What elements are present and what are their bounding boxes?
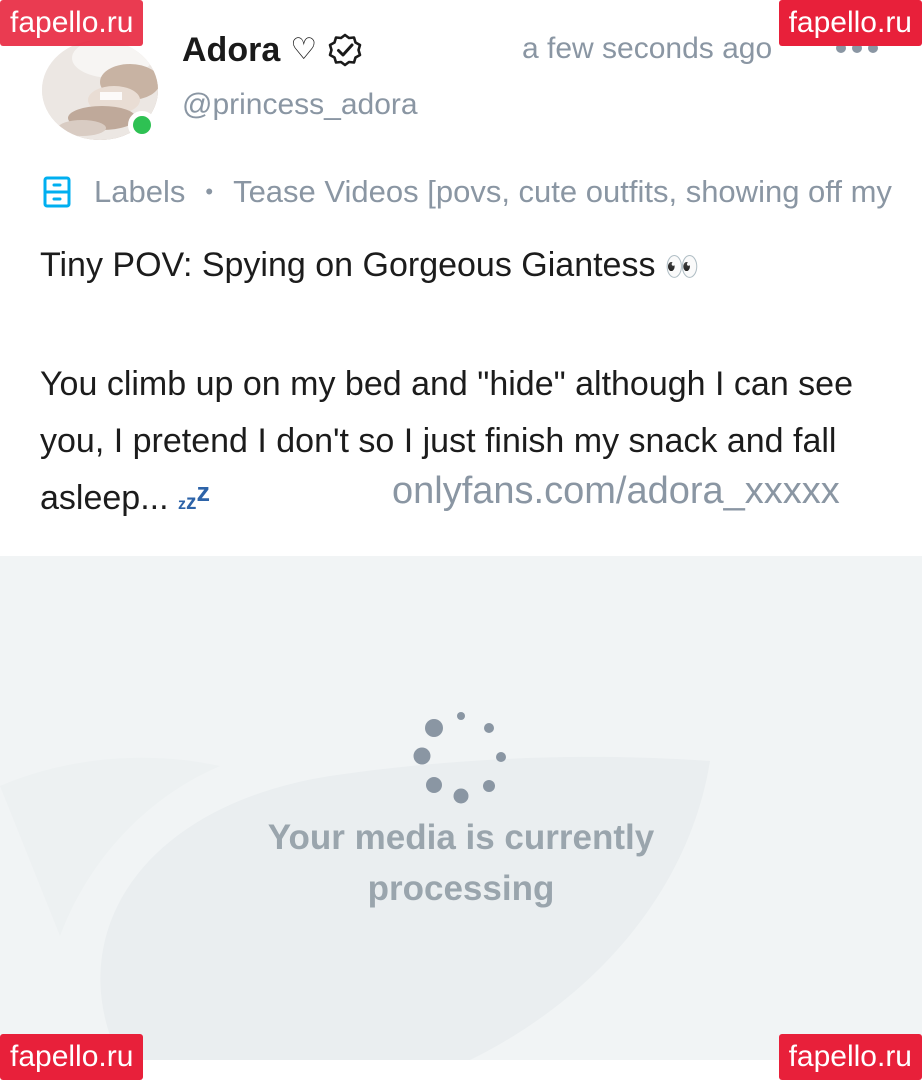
processing-status-line2: processing xyxy=(367,869,555,908)
post-title-text: Tiny POV: Spying on Gorgeous Giantess xyxy=(40,246,656,284)
background-logo-shape xyxy=(0,756,710,1060)
author-name[interactable]: Adora xyxy=(182,31,280,70)
eyes-emoji: 👀 xyxy=(664,250,700,283)
processing-status-line1: Your media is currently xyxy=(267,818,655,857)
label-bookmark-icon xyxy=(43,176,71,208)
author-handle[interactable]: @princess_adora xyxy=(182,88,418,122)
watermark-badge-top-left: fapello.ru xyxy=(0,0,144,46)
watermark-badge-top-right: fapello.ru xyxy=(778,0,922,46)
label-tease-videos[interactable]: Tease Videos [povs, cute outfits, showin… xyxy=(233,174,892,210)
labels-row: Labels • Tease Videos [povs, cute outfit… xyxy=(40,168,922,216)
verified-badge-icon xyxy=(328,33,362,67)
watermark-badge-bottom-left: fapello.ru xyxy=(0,1034,144,1080)
post-timestamp: a few seconds ago xyxy=(522,32,773,65)
media-placeholder[interactable]: Your media is currently processing xyxy=(0,556,922,1060)
post-title: Tiny POV: Spying on Gorgeous Giantess 👀 xyxy=(40,246,700,285)
labels-separator: • xyxy=(205,179,214,204)
labels-title[interactable]: Labels xyxy=(94,174,185,210)
sleeping-zzz-emoji: zzz xyxy=(177,477,210,514)
heart-symbol: ♡ xyxy=(290,32,318,67)
source-url-watermark: onlyfans.com/adora_xxxxx xyxy=(392,470,840,512)
loading-spinner-icon xyxy=(413,712,506,804)
watermark-badge-bottom-right: fapello.ru xyxy=(778,1034,922,1080)
author-name-row: Adora ♡ xyxy=(182,26,363,74)
online-status-icon xyxy=(128,111,156,139)
processing-status: Your media is currently processing xyxy=(0,812,922,914)
